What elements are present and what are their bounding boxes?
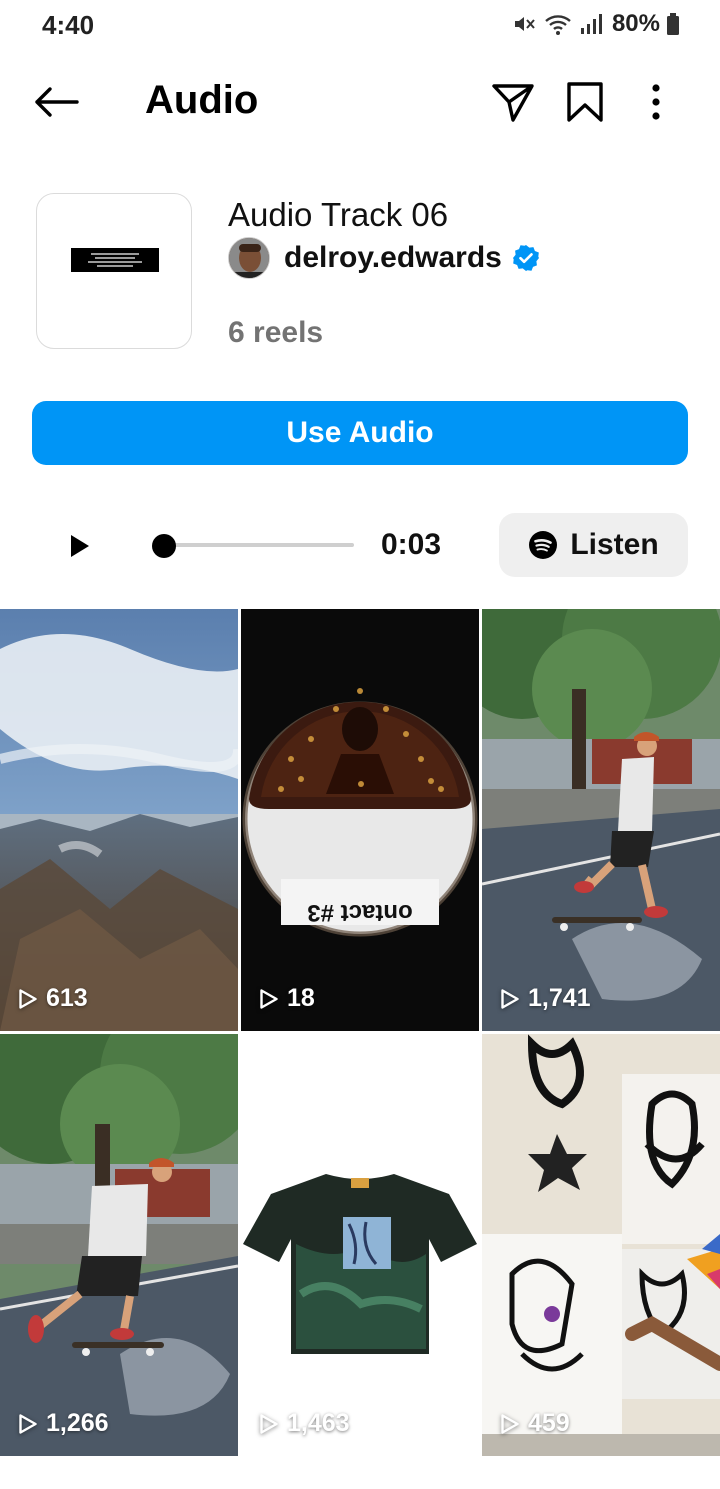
view-count-text: 459 [528,1409,570,1437]
spotify-icon [529,531,558,559]
view-count-text: 1,741 [528,984,591,1012]
reel-image [0,609,238,1031]
back-button[interactable] [30,78,82,126]
view-count-text: 1,463 [287,1409,350,1437]
svg-text:ontact #3: ontact #3 [307,899,412,926]
play-outline-icon [19,988,37,1009]
play-button[interactable] [58,524,102,568]
reel-thumbnail[interactable]: 1,463 [241,1034,479,1456]
audio-progress-track[interactable] [154,543,354,547]
listen-label: Listen [570,528,659,561]
reel-thumbnail[interactable]: 613 [0,609,238,1031]
view-count: 1,266 [18,1409,109,1438]
reel-thumbnail[interactable]: 459 [482,1034,720,1456]
page-title: Audio [145,78,259,122]
reel-thumbnail[interactable]: 1,266 [0,1034,238,1456]
track-title: Audio Track 06 [228,196,449,233]
more-options-button[interactable] [636,76,676,128]
signal-icon [580,12,602,36]
view-count: 459 [500,1409,570,1438]
avatar[interactable] [228,237,270,279]
header: Audio [0,60,720,144]
reel-image: ontact #3 [241,609,479,1031]
artist-username[interactable]: delroy.edwards [284,241,502,275]
artist-row[interactable]: delroy.edwards [228,236,540,280]
share-button[interactable] [486,76,540,128]
use-audio-button[interactable]: Use Audio [32,401,688,465]
view-count-text: 18 [287,984,315,1012]
view-count: 18 [259,984,315,1013]
reel-image [0,1034,238,1456]
view-count: 1,463 [259,1409,350,1438]
play-outline-icon [501,988,519,1009]
bookmark-icon [567,82,603,122]
reel-thumbnail[interactable]: ontact #3 18 [241,609,479,1031]
status-time: 4:40 [42,10,95,40]
reel-image [241,1034,479,1456]
view-count: 613 [18,984,88,1013]
view-count: 1,741 [500,984,591,1013]
play-icon [71,535,89,557]
status-bar: 4:40 80% [0,0,720,52]
reel-image [482,1034,720,1456]
send-icon [492,84,534,122]
more-vertical-icon [652,84,660,120]
play-outline-icon [501,1413,519,1434]
cover-label-graphic [71,248,159,272]
reels-count: 6 reels [228,316,324,349]
battery-icon [666,12,680,36]
view-count-text: 1,266 [46,1409,109,1437]
view-count-text: 613 [46,984,88,1012]
mute-icon [512,12,538,36]
wifi-icon [544,12,574,36]
playback-time: 0:03 [381,528,442,561]
play-outline-icon [260,988,278,1009]
reel-thumbnail[interactable]: 1,741 [482,609,720,1031]
audio-cover-art [36,193,192,349]
arrow-left-icon [35,87,79,117]
play-outline-icon [19,1413,37,1434]
battery-percent: 80% [611,10,660,37]
audio-progress-knob[interactable] [152,534,176,558]
listen-on-spotify-button[interactable]: Listen [499,513,688,577]
reel-image [482,609,720,1031]
save-button[interactable] [558,76,612,128]
verified-badge-icon [512,244,540,272]
play-outline-icon [260,1413,278,1434]
status-icons: 80% [512,10,680,38]
